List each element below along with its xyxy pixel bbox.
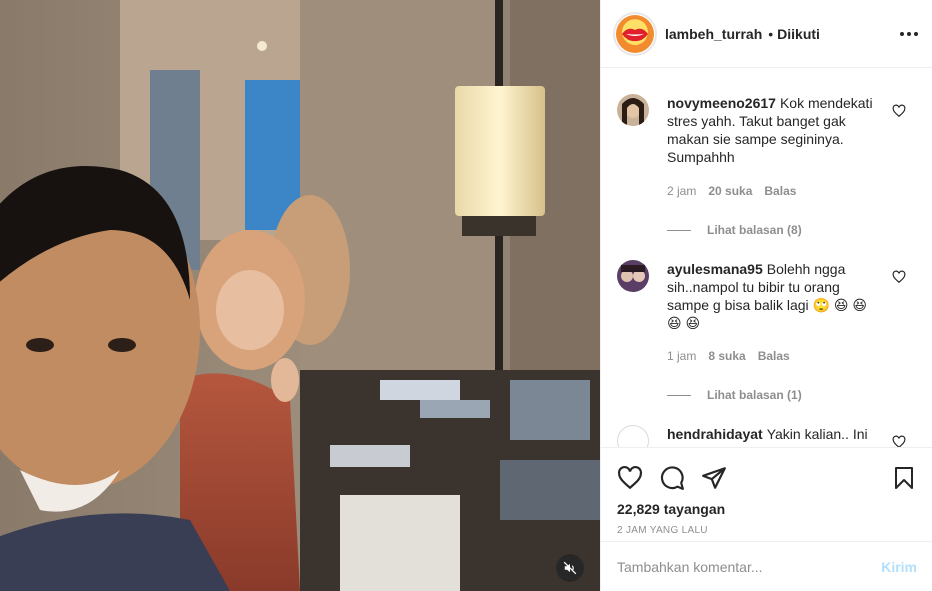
comment-time[interactable]: 2 jam: [667, 182, 696, 200]
view-replies-label: Lihat balasan (8): [707, 223, 802, 237]
post-sidebar: lambeh_turrah • Diikuti novymeeno2617 Ko…: [600, 0, 932, 591]
comment-content: ayulesmana95 Bolehh ngga sih..nampol tu b…: [667, 260, 873, 332]
follow-status-button[interactable]: Diikuti: [777, 26, 820, 42]
eye-roll-emoji: 🙄: [812, 297, 830, 313]
view-count[interactable]: 22,829 tayangan: [617, 501, 916, 517]
post-comment-button[interactable]: Kirim: [881, 559, 917, 575]
speaker-muted-icon: [563, 561, 577, 575]
comment-composer: Kirim: [601, 541, 932, 591]
dot-icon: [914, 31, 918, 36]
comment-likes[interactable]: 20 suka: [708, 182, 752, 200]
user-photo-icon: [617, 94, 649, 126]
post-header: lambeh_turrah • Diikuti: [601, 0, 932, 68]
video-frame: [0, 0, 600, 591]
commenter-avatar[interactable]: [617, 260, 649, 292]
comment-username[interactable]: ayulesmana95: [667, 261, 763, 277]
comment-meta: 1 jam 8 suka Balas: [667, 347, 873, 365]
laughing-emoji: 😆: [685, 315, 701, 331]
comment-item: ayulesmana95 Bolehh ngga sih..nampol tu b…: [617, 260, 916, 404]
reply-button[interactable]: Balas: [758, 347, 790, 365]
dot-icon: [907, 31, 911, 36]
replies-divider: [667, 394, 691, 396]
view-replies-button[interactable]: Lihat balasan (8): [667, 221, 873, 239]
share-paper-plane-icon[interactable]: [701, 465, 727, 491]
lips-logo-icon: [622, 28, 648, 41]
comment-content: novymeeno2617 Kok mendekati stres yahh. T…: [667, 94, 873, 166]
laughing-emoji: 😆: [667, 315, 682, 331]
account-username[interactable]: lambeh_turrah: [665, 26, 762, 42]
commenter-avatar[interactable]: [617, 94, 649, 126]
replies-divider: [667, 229, 691, 231]
comment-item: novymeeno2617 Kok mendekati stres yahh. T…: [617, 94, 916, 239]
comment-likes[interactable]: 8 suka: [708, 347, 745, 365]
more-options-button[interactable]: [900, 24, 918, 44]
post-actions: 22,829 tayangan 2 JAM YANG LALU: [601, 447, 932, 536]
comment-username[interactable]: hendrahidayat: [667, 426, 763, 442]
comment-item: hendrahidayatYakin kalian.. Ini adalah l…: [617, 425, 916, 447]
comment-bubble-icon[interactable]: [659, 465, 685, 491]
mute-toggle-button[interactable]: [556, 554, 584, 582]
view-replies-label: Lihat balasan (1): [707, 388, 802, 402]
commenter-avatar[interactable]: [617, 425, 649, 447]
comments-scroll-offset: [617, 68, 916, 90]
post-timestamp[interactable]: 2 JAM YANG LALU: [617, 525, 916, 536]
comment-body: ayulesmana95 Bolehh ngga sih..nampol tu b…: [667, 260, 873, 404]
reply-button[interactable]: Balas: [764, 182, 796, 200]
view-replies-button[interactable]: Lihat balasan (1): [667, 386, 873, 404]
heart-icon[interactable]: [892, 270, 906, 284]
dot-icon: [900, 31, 904, 36]
comment-input[interactable]: [617, 558, 882, 575]
account-avatar[interactable]: [613, 11, 657, 56]
laughing-emoji: 😆: [833, 297, 849, 313]
post-viewer: lambeh_turrah • Diikuti novymeeno2617 Ko…: [0, 0, 932, 591]
heart-icon[interactable]: [892, 435, 906, 447]
comment-content: hendrahidayatYakin kalian.. Ini adalah l…: [667, 425, 873, 447]
comment-body: hendrahidayatYakin kalian.. Ini adalah l…: [667, 425, 873, 447]
comments-list[interactable]: novymeeno2617 Kok mendekati stres yahh. T…: [601, 68, 932, 447]
comment-username[interactable]: novymeeno2617: [667, 95, 776, 111]
user-photo-icon: [617, 260, 649, 292]
comment-meta: 2 jam 20 suka Balas: [667, 182, 873, 200]
heart-icon[interactable]: [892, 104, 906, 118]
comment-time[interactable]: 1 jam: [667, 347, 696, 365]
save-bookmark-icon[interactable]: [892, 465, 916, 491]
action-icons-row: [617, 456, 916, 500]
like-heart-icon[interactable]: [617, 465, 643, 491]
video-player[interactable]: [0, 0, 600, 591]
header-separator: •: [768, 25, 774, 42]
comment-body: novymeeno2617 Kok mendekati stres yahh. T…: [667, 94, 873, 239]
laughing-emoji: 😆: [852, 297, 867, 313]
